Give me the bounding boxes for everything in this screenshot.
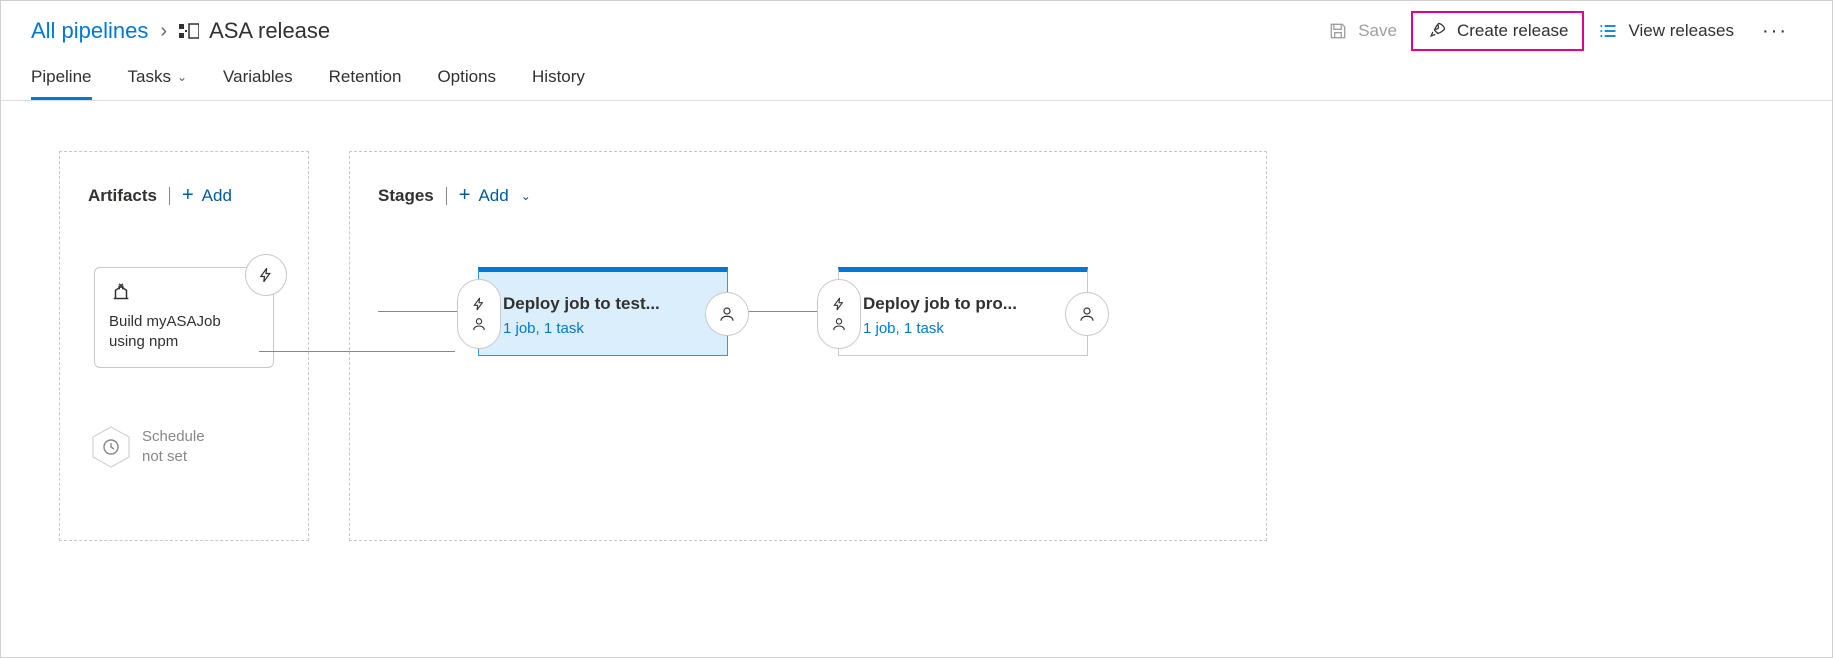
create-release-button[interactable]: Create release <box>1413 13 1583 49</box>
stage-title: Deploy job to pro... <box>863 294 1069 314</box>
artifacts-header: Artifacts + Add <box>88 184 280 207</box>
breadcrumb-separator: › <box>160 20 167 43</box>
stage-postdeploy-conditions[interactable] <box>705 292 749 336</box>
tab-retention[interactable]: Retention <box>329 59 402 100</box>
create-release-highlight: Create release <box>1411 11 1585 51</box>
stages-flow: Deploy job to test... 1 job, 1 task Depl… <box>378 267 1238 356</box>
stage-postdeploy-conditions[interactable] <box>1065 292 1109 336</box>
header-divider <box>169 187 170 205</box>
tab-variables[interactable]: Variables <box>223 59 293 100</box>
artifact-card[interactable]: Build myASAJob using npm <box>94 267 274 368</box>
artifact-trigger-button[interactable] <box>245 254 287 296</box>
add-artifact-label: Add <box>202 186 232 206</box>
stage-predeploy-conditions[interactable] <box>817 279 861 349</box>
more-actions-button[interactable]: ··· <box>1748 12 1802 51</box>
view-releases-button[interactable]: View releases <box>1584 13 1748 49</box>
breadcrumb-bar: All pipelines › ASA release Save Create … <box>1 1 1832 57</box>
chevron-down-icon: ⌄ <box>521 189 531 203</box>
tab-pipeline[interactable]: Pipeline <box>31 59 92 100</box>
schedule-row[interactable]: Schedule not set <box>92 426 280 468</box>
schedule-text: Schedule not set <box>142 427 205 466</box>
header-divider <box>446 187 447 205</box>
stages-panel: Stages + Add ⌄ Deploy job to test... 1 j… <box>349 151 1267 541</box>
list-icon <box>1598 21 1618 41</box>
create-release-label: Create release <box>1457 21 1569 41</box>
tabs-row: Pipeline Tasks⌄ Variables Retention Opti… <box>1 57 1832 101</box>
person-icon <box>1078 305 1096 323</box>
stages-title: Stages <box>378 186 434 206</box>
stage-card-prod[interactable]: Deploy job to pro... 1 job, 1 task <box>838 267 1088 356</box>
rocket-icon <box>1427 21 1447 41</box>
artifacts-panel: Artifacts + Add Build myASAJob using npm… <box>59 151 309 541</box>
add-stage-label: Add <box>478 186 508 206</box>
plus-icon: + <box>182 184 194 207</box>
person-icon <box>471 316 487 332</box>
build-icon <box>109 282 259 304</box>
pipeline-canvas: Artifacts + Add Build myASAJob using npm… <box>1 101 1832 591</box>
stage-predeploy-conditions[interactable] <box>457 279 501 349</box>
person-icon <box>718 305 736 323</box>
schedule-hexagon <box>92 426 130 468</box>
breadcrumb-current: ASA release <box>179 18 330 44</box>
save-label: Save <box>1358 21 1397 41</box>
bolt-icon <box>471 296 487 312</box>
bolt-icon <box>257 266 275 284</box>
stage-card-test[interactable]: Deploy job to test... 1 job, 1 task <box>478 267 728 356</box>
pipeline-name-text: ASA release <box>209 18 330 44</box>
tab-options[interactable]: Options <box>437 59 496 100</box>
tab-history[interactable]: History <box>532 59 585 100</box>
breadcrumb-parent-link[interactable]: All pipelines <box>31 18 148 44</box>
save-icon <box>1328 21 1348 41</box>
view-releases-label: View releases <box>1628 21 1734 41</box>
stage-title: Deploy job to test... <box>503 294 709 314</box>
stages-header: Stages + Add ⌄ <box>378 184 1238 207</box>
plus-icon: + <box>459 184 471 207</box>
stage-tasks-link[interactable]: 1 job, 1 task <box>503 320 709 337</box>
add-stage-button[interactable]: + Add ⌄ <box>459 184 531 207</box>
release-icon <box>179 22 199 40</box>
tab-tasks[interactable]: Tasks⌄ <box>128 59 188 100</box>
connector-line <box>259 351 455 352</box>
save-button: Save <box>1314 13 1411 49</box>
artifacts-title: Artifacts <box>88 186 157 206</box>
chevron-down-icon: ⌄ <box>177 70 187 84</box>
bolt-icon <box>831 296 847 312</box>
person-icon <box>831 316 847 332</box>
toolbar: Save Create release View releases ··· <box>1314 11 1802 51</box>
stage-tasks-link[interactable]: 1 job, 1 task <box>863 320 1069 337</box>
add-artifact-button[interactable]: + Add <box>182 184 232 207</box>
artifact-name: Build myASAJob using npm <box>109 312 259 353</box>
